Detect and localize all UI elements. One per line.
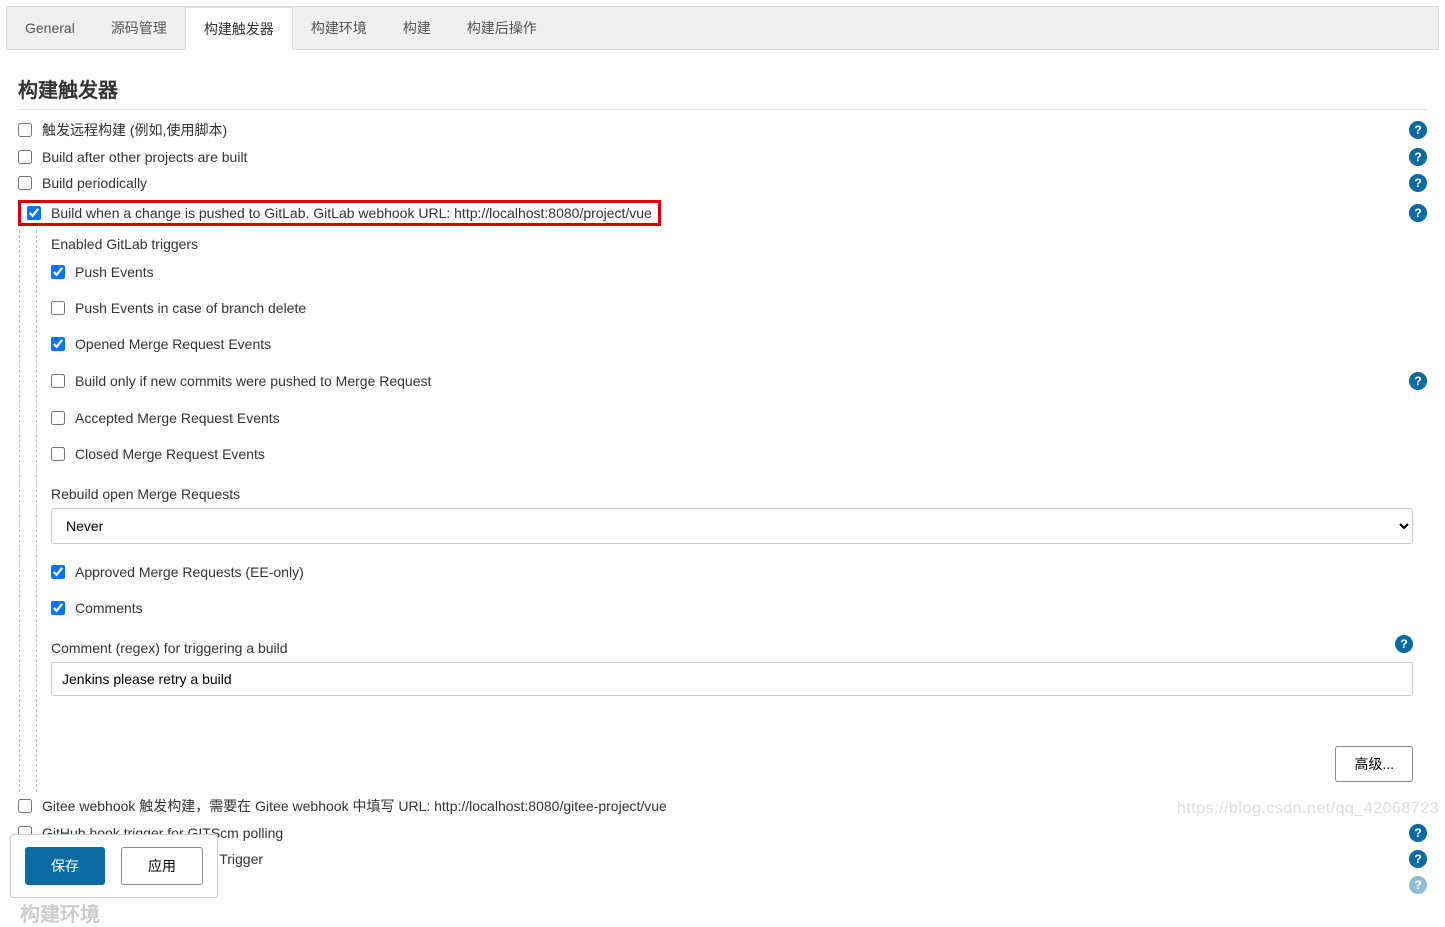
gitlab-comment-regex-field: Comment (regex) for triggering a build ?: [37, 626, 1427, 706]
gitlab-accepted-mr-label[interactable]: Accepted Merge Request Events: [75, 410, 280, 426]
gitlab-opened-mr-checkbox[interactable]: [51, 337, 65, 351]
help-icon[interactable]: ?: [1409, 204, 1427, 222]
trigger-periodically-checkbox[interactable]: [18, 176, 32, 190]
gitlab-new-commits-row: Build only if new commits were pushed to…: [37, 362, 1427, 400]
help-icon[interactable]: ?: [1395, 635, 1413, 653]
config-tabs: General 源码管理 构建触发器 构建环境 构建 构建后操作: [6, 6, 1439, 50]
gitlab-rebuild-select[interactable]: Never: [51, 508, 1413, 544]
trigger-gitlab-label[interactable]: Build when a change is pushed to GitLab.…: [51, 205, 652, 221]
content-area: 构建触发器 触发远程构建 (例如,使用脚本) ? Build after oth…: [0, 56, 1445, 927]
gitlab-accepted-mr-row: Accepted Merge Request Events: [37, 400, 1427, 436]
trigger-remote-checkbox[interactable]: [18, 123, 32, 137]
gitlab-closed-mr-row: Closed Merge Request Events: [37, 436, 1427, 472]
apply-button[interactable]: 应用: [121, 847, 203, 885]
trigger-after-other-row: Build after other projects are built ?: [18, 144, 1427, 170]
gitlab-opened-mr-label[interactable]: Opened Merge Request Events: [75, 336, 271, 352]
gitlab-new-commits-checkbox[interactable]: [51, 374, 65, 388]
trigger-gitlab-checkbox[interactable]: [27, 206, 41, 220]
gitlab-push-delete-label[interactable]: Push Events in case of branch delete: [75, 300, 306, 316]
help-icon[interactable]: ?: [1409, 121, 1427, 139]
gitlab-highlight-box: Build when a change is pushed to GitLab.…: [18, 200, 661, 226]
trigger-gitee-row: Gitee webhook 触发构建，需要在 Gitee webhook 中填写…: [18, 792, 1427, 820]
trigger-gitlab-row: Build when a change is pushed to GitLab.…: [18, 196, 1427, 230]
gitlab-accepted-mr-checkbox[interactable]: [51, 411, 65, 425]
gitlab-approved-mr-label[interactable]: Approved Merge Requests (EE-only): [75, 564, 304, 580]
gitlab-new-commits-label[interactable]: Build only if new commits were pushed to…: [75, 373, 431, 389]
tab-post[interactable]: 构建后操作: [449, 7, 555, 49]
trigger-github-row: GitHub hook trigger for GITScm polling ?: [18, 820, 1427, 846]
gitlab-approved-mr-row: Approved Merge Requests (EE-only): [37, 554, 1427, 590]
help-icon[interactable]: ?: [1409, 148, 1427, 166]
help-icon[interactable]: ?: [1409, 372, 1427, 390]
gitlab-push-events-checkbox[interactable]: [51, 265, 65, 279]
gitlab-opened-mr-row: Opened Merge Request Events: [37, 326, 1427, 362]
next-section-faded: 构建环境: [18, 898, 1427, 927]
gitlab-comments-label[interactable]: Comments: [75, 600, 143, 616]
gitlab-comment-regex-input[interactable]: [51, 662, 1413, 696]
help-icon[interactable]: ?: [1409, 174, 1427, 192]
advanced-button[interactable]: 高级...: [1335, 746, 1413, 782]
tab-environment[interactable]: 构建环境: [293, 7, 385, 49]
trigger-gitee-label[interactable]: Gitee webhook 触发构建，需要在 Gitee webhook 中填写…: [42, 796, 667, 816]
trigger-remote-label[interactable]: 触发远程构建 (例如,使用脚本): [42, 120, 227, 140]
trigger-gitee-checkbox[interactable]: [18, 799, 32, 813]
gitlab-push-delete-row: Push Events in case of branch delete: [37, 290, 1427, 326]
gitlab-nested: Enabled GitLab triggers Push Events Push…: [36, 230, 1427, 792]
trigger-after-other-checkbox[interactable]: [18, 150, 32, 164]
gitlab-comments-checkbox[interactable]: [51, 601, 65, 615]
help-icon[interactable]: ?: [1409, 876, 1427, 894]
gitlab-push-events-label[interactable]: Push Events: [75, 264, 154, 280]
trigger-remote-row: 触发远程构建 (例如,使用脚本) ?: [18, 116, 1427, 144]
gitlab-approved-mr-checkbox[interactable]: [51, 565, 65, 579]
trigger-periodically-label[interactable]: Build periodically: [42, 175, 147, 191]
tab-build[interactable]: 构建: [385, 7, 449, 49]
trigger-maven-row: Maven Dependency Update Trigger ?: [18, 846, 1427, 872]
gitlab-comment-regex-label: Comment (regex) for triggering a build: [51, 626, 1395, 662]
gitlab-push-events-row: Push Events: [37, 254, 1427, 290]
advanced-row: 高级...: [37, 706, 1427, 792]
save-button[interactable]: 保存: [25, 847, 105, 885]
tab-general[interactable]: General: [7, 7, 93, 49]
tab-source[interactable]: 源码管理: [93, 7, 185, 49]
trigger-pollscm-row: Poll SCM ?: [18, 872, 1427, 898]
trigger-periodically-row: Build periodically ?: [18, 170, 1427, 196]
gitlab-closed-mr-checkbox[interactable]: [51, 447, 65, 461]
gitlab-push-delete-checkbox[interactable]: [51, 301, 65, 315]
gitlab-enabled-title: Enabled GitLab triggers: [37, 230, 1427, 254]
gitlab-comments-row: Comments: [37, 590, 1427, 626]
help-icon[interactable]: ?: [1409, 850, 1427, 868]
tab-triggers[interactable]: 构建触发器: [185, 7, 293, 50]
section-title: 构建触发器: [18, 66, 1427, 110]
trigger-after-other-label[interactable]: Build after other projects are built: [42, 149, 247, 165]
gitlab-rebuild-field: Rebuild open Merge Requests Never: [37, 472, 1427, 554]
gitlab-closed-mr-label[interactable]: Closed Merge Request Events: [75, 446, 265, 462]
gitlab-rebuild-label: Rebuild open Merge Requests: [51, 472, 1413, 508]
save-bar: 保存 应用: [10, 834, 218, 898]
help-icon[interactable]: ?: [1409, 824, 1427, 842]
